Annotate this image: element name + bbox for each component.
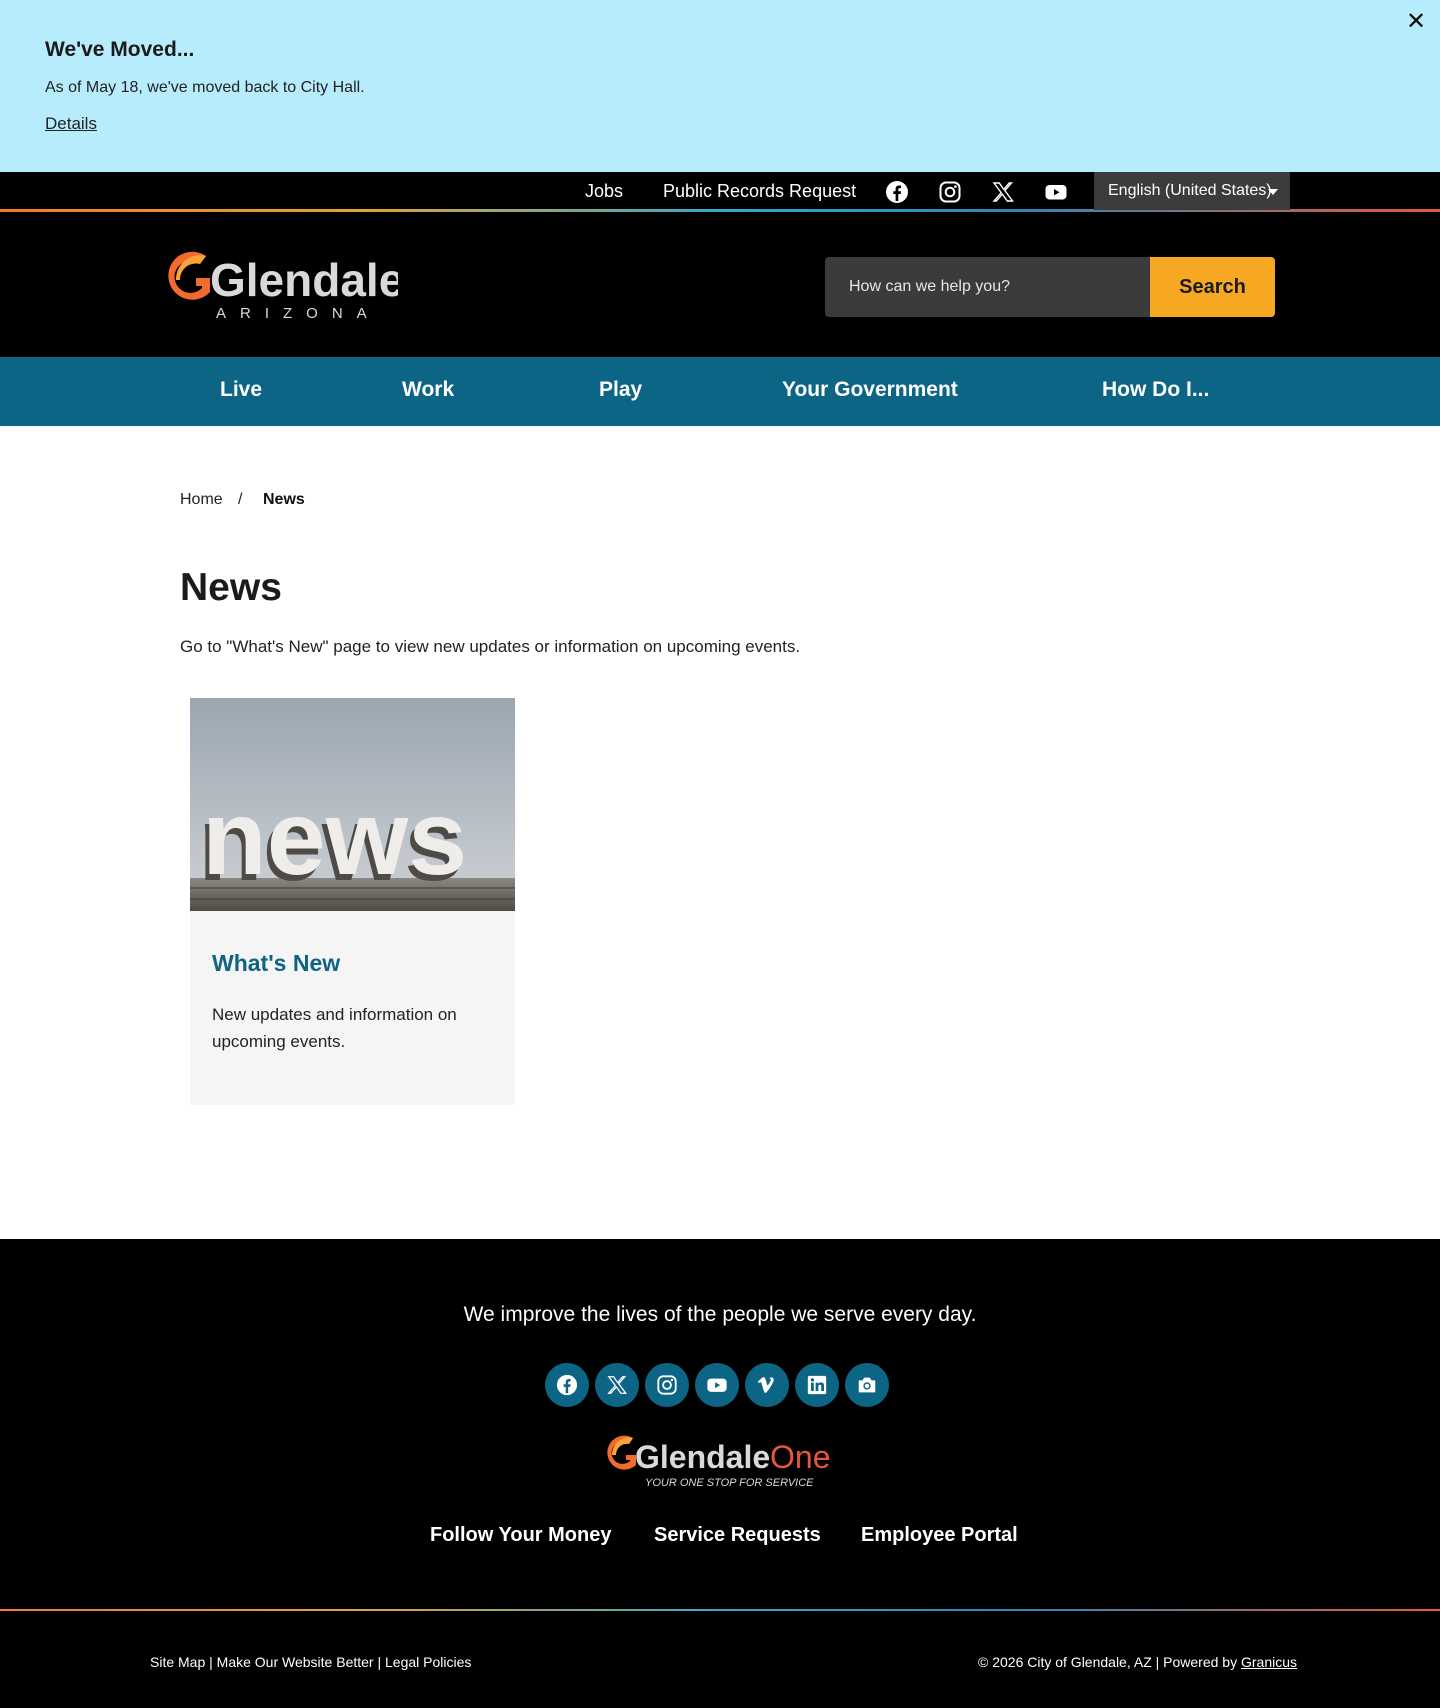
whats-new-card[interactable]: news news What's New New updates and inf… bbox=[190, 698, 515, 1105]
employee-portal-link[interactable]: Employee Portal bbox=[861, 1524, 1018, 1547]
site-map-link[interactable]: Site Map bbox=[150, 1654, 205, 1670]
logo-subtext: ARIZONA bbox=[216, 305, 381, 322]
follow-your-money-link[interactable]: Follow Your Money bbox=[430, 1524, 611, 1547]
glendale-one-logo[interactable]: Glendale One YOUR ONE STOP FOR SERVICE bbox=[605, 1432, 835, 1492]
alert-details-link[interactable]: Details bbox=[45, 114, 97, 134]
separator: | bbox=[377, 1654, 382, 1670]
website-feedback-link[interactable]: Make Our Website Better bbox=[217, 1654, 374, 1670]
x-icon[interactable] bbox=[595, 1363, 639, 1407]
nav-play[interactable]: Play bbox=[599, 378, 642, 402]
g1-one-text: One bbox=[770, 1439, 830, 1475]
breadcrumb-separator: / bbox=[238, 491, 243, 508]
page-intro: Go to "What's New" page to view new upda… bbox=[180, 637, 801, 656]
g1-wordmark: Glendale bbox=[635, 1439, 770, 1475]
search-button[interactable]: Search bbox=[1150, 257, 1275, 317]
service-requests-link[interactable]: Service Requests bbox=[654, 1524, 821, 1547]
nav-live[interactable]: Live bbox=[220, 378, 262, 402]
language-select[interactable]: English (United States) bbox=[1094, 172, 1290, 210]
nav-work[interactable]: Work bbox=[402, 378, 454, 402]
instagram-icon[interactable] bbox=[645, 1363, 689, 1407]
main-nav bbox=[0, 357, 1440, 426]
language-value: English (United States) bbox=[1108, 182, 1272, 199]
separator: | bbox=[209, 1654, 213, 1670]
copyright-text: © 2026 City of Glendale, AZ | Powered by bbox=[978, 1654, 1238, 1670]
youtube-icon[interactable] bbox=[1044, 180, 1068, 204]
copyright: © 2026 City of Glendale, AZ | Powered by… bbox=[978, 1654, 1297, 1670]
vimeo-icon[interactable] bbox=[745, 1363, 789, 1407]
page-title: News bbox=[180, 566, 282, 609]
breadcrumb-home[interactable]: Home bbox=[180, 491, 223, 509]
footer-bottom-links: Site Map | Make Our Website Better | Leg… bbox=[150, 1654, 471, 1670]
g1-tagline: YOUR ONE STOP FOR SERVICE bbox=[645, 1477, 814, 1489]
linkedin-icon[interactable] bbox=[795, 1363, 839, 1407]
public-records-link[interactable]: Public Records Request bbox=[663, 181, 856, 202]
news-image-word: news bbox=[202, 779, 467, 897]
nav-your-government[interactable]: Your Government bbox=[782, 378, 958, 402]
card-title[interactable]: What's New bbox=[212, 950, 340, 977]
search-input[interactable] bbox=[825, 257, 1151, 317]
glendale-logo[interactable]: Glendale ARIZONA bbox=[166, 244, 404, 324]
youtube-icon[interactable] bbox=[695, 1363, 739, 1407]
facebook-icon[interactable] bbox=[885, 180, 909, 204]
footer-tagline: We improve the lives of the people we se… bbox=[463, 1303, 977, 1326]
x-icon[interactable] bbox=[991, 180, 1015, 204]
instagram-icon[interactable] bbox=[938, 180, 962, 204]
jobs-link[interactable]: Jobs bbox=[585, 181, 623, 202]
alert-text: As of May 18, we've moved back to City H… bbox=[45, 79, 365, 96]
camera-icon[interactable] bbox=[845, 1363, 889, 1407]
news-image: news news bbox=[190, 698, 515, 911]
breadcrumb-current: News bbox=[263, 491, 305, 508]
logo-wordmark: Glendale bbox=[210, 254, 398, 306]
card-description: New updates and information on upcoming … bbox=[212, 1005, 457, 1051]
nav-how-do-i[interactable]: How Do I... bbox=[1102, 378, 1209, 402]
close-icon[interactable]: ✕ bbox=[1402, 8, 1430, 36]
granicus-link[interactable]: Granicus bbox=[1241, 1654, 1297, 1670]
facebook-icon[interactable] bbox=[545, 1363, 589, 1407]
footer-divider bbox=[0, 1609, 1440, 1611]
caret-down-icon bbox=[1268, 189, 1278, 195]
alert-title: We've Moved... bbox=[45, 38, 195, 61]
legal-policies-link[interactable]: Legal Policies bbox=[385, 1654, 471, 1670]
